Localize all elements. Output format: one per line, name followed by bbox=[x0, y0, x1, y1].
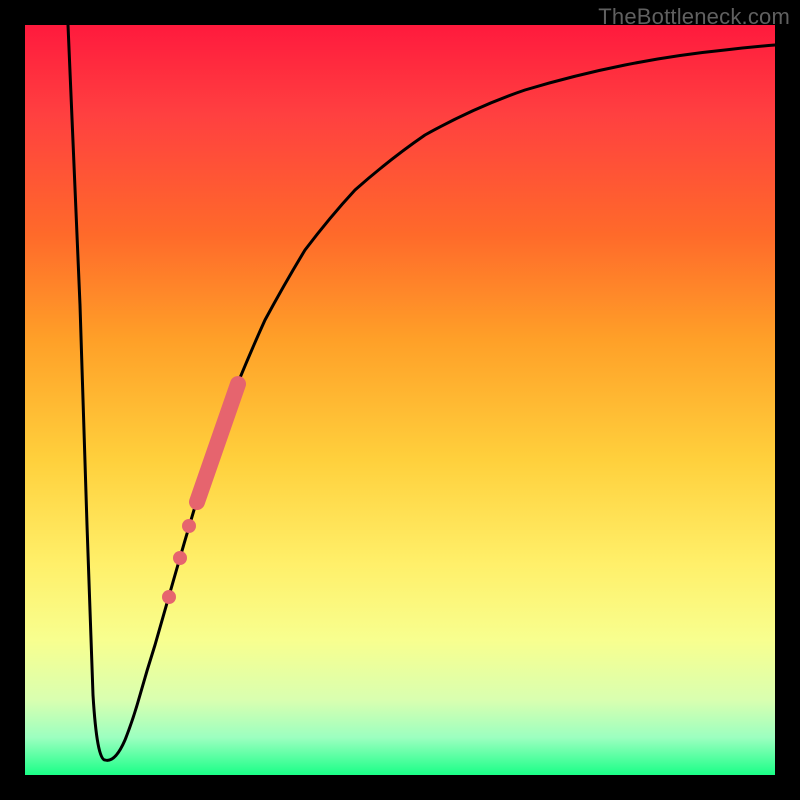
marker-dot bbox=[182, 519, 196, 533]
bottleneck-plot bbox=[25, 25, 775, 775]
watermark-text: TheBottleneck.com bbox=[598, 4, 790, 30]
marker-dot bbox=[162, 590, 176, 604]
bottleneck-curve bbox=[68, 25, 775, 760]
chart-frame: TheBottleneck.com bbox=[0, 0, 800, 800]
marker-dot bbox=[173, 551, 187, 565]
highlight-segment bbox=[197, 384, 238, 502]
